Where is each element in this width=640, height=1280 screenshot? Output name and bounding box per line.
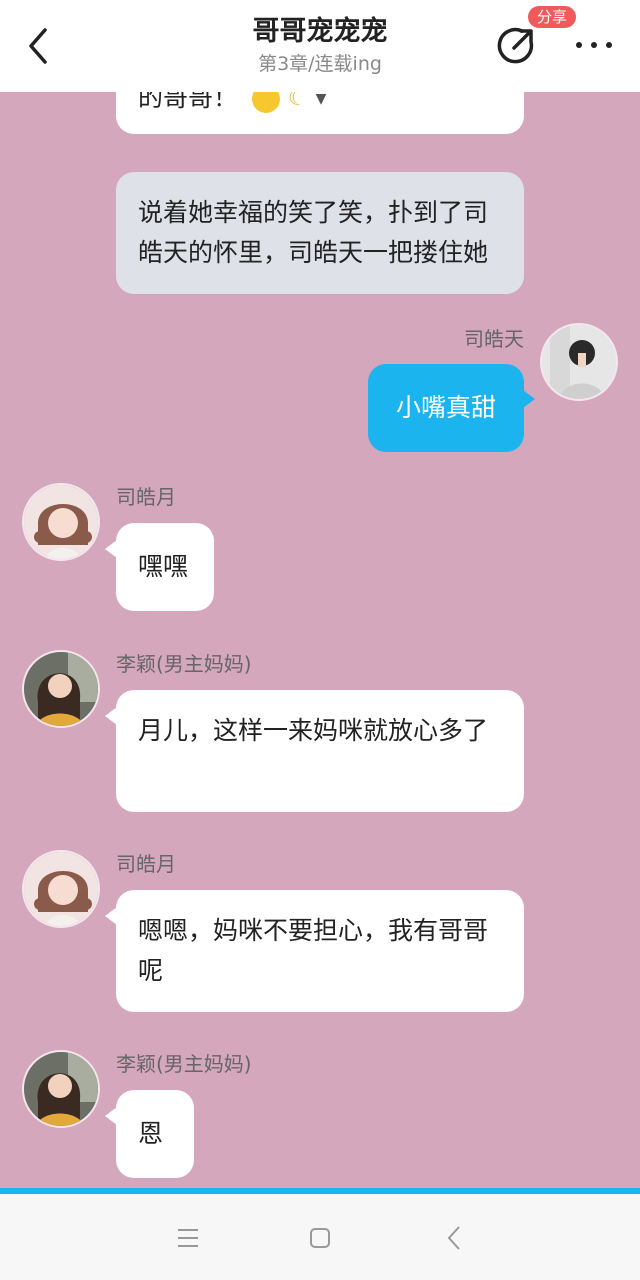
more-button[interactable]	[572, 30, 616, 60]
narration-bubble: 说着她幸福的笑了笑，扑到了司皓天的怀里，司皓天一把搂住她	[116, 172, 524, 294]
message-text: 说着她幸福的笑了笑，扑到了司皓天的怀里，司皓天一把搂住她	[138, 198, 489, 267]
chevron-left-icon	[29, 28, 47, 64]
avatar-image	[542, 325, 616, 399]
home-button[interactable]	[300, 1218, 340, 1258]
chat-area[interactable]: 的哥哥！ ☾ ▼ 说着她幸福的笑了笑，扑到了司皓天的怀里，司皓天一把搂住她 司皓…	[0, 92, 640, 1188]
avatar-image	[24, 652, 98, 726]
moon-icon: ☾	[287, 92, 308, 111]
message-text: 嘿嘿	[138, 552, 189, 581]
share-arrow-icon	[497, 27, 534, 64]
outgoing-bubble: 小嘴真甜	[368, 364, 524, 452]
narration-bubble: 的哥哥！ ☾ ▼	[116, 92, 524, 134]
incoming-bubble: 月儿，这样一来妈咪就放心多了	[116, 690, 524, 812]
message-text: 嗯嗯，妈咪不要担心，我有哥哥呢	[138, 916, 489, 985]
share-button[interactable]	[494, 24, 538, 68]
sender-name: 司皓天	[464, 327, 524, 351]
incoming-bubble: 恩	[116, 1090, 194, 1178]
avatar[interactable]	[22, 650, 100, 728]
avatar[interactable]	[540, 323, 618, 401]
chapter-status: 第3章/连载ing	[258, 53, 382, 75]
system-nav-bar	[0, 1194, 640, 1280]
title-block: 哥哥宠宠宠 第3章/连载ing	[160, 14, 480, 78]
avatar-image	[24, 1052, 98, 1126]
incoming-bubble: 嘿嘿	[116, 523, 214, 611]
message-text: 月儿，这样一来妈咪就放心多了	[138, 716, 489, 745]
menu-button[interactable]	[168, 1218, 208, 1258]
sender-name: 李颖(男主妈妈)	[116, 1052, 252, 1076]
square-home-icon	[310, 1228, 330, 1248]
caret-down-icon: ▼	[315, 92, 327, 107]
back-button[interactable]	[18, 22, 58, 70]
share-badge[interactable]: 分享	[528, 6, 577, 28]
sender-name: 司皓月	[116, 485, 176, 509]
chevron-back-icon	[447, 1226, 460, 1250]
avatar[interactable]	[22, 1050, 100, 1128]
bubble-tail	[523, 390, 535, 408]
top-bar: 哥哥宠宠宠 第3章/连载ing 分享	[0, 0, 640, 92]
message-text: 的哥哥！	[138, 92, 239, 112]
story-title: 哥哥宠宠宠	[252, 16, 388, 47]
more-dot	[591, 42, 597, 48]
message-text: 小嘴真甜	[395, 393, 496, 422]
sender-name: 司皓月	[116, 852, 176, 876]
avatar[interactable]	[22, 483, 100, 561]
sender-name: 李颖(男主妈妈)	[116, 652, 252, 676]
system-back-button[interactable]	[434, 1218, 474, 1258]
more-dots-icon	[576, 42, 582, 48]
avatar[interactable]	[22, 850, 100, 928]
menu-lines-icon	[178, 1229, 198, 1247]
avatar-image	[24, 485, 98, 559]
emoji-icon	[251, 92, 280, 113]
avatar-image	[24, 852, 98, 926]
message-text: 恩	[138, 1119, 164, 1148]
incoming-bubble: 嗯嗯，妈咪不要担心，我有哥哥呢	[116, 890, 524, 1012]
more-dot	[606, 42, 612, 48]
